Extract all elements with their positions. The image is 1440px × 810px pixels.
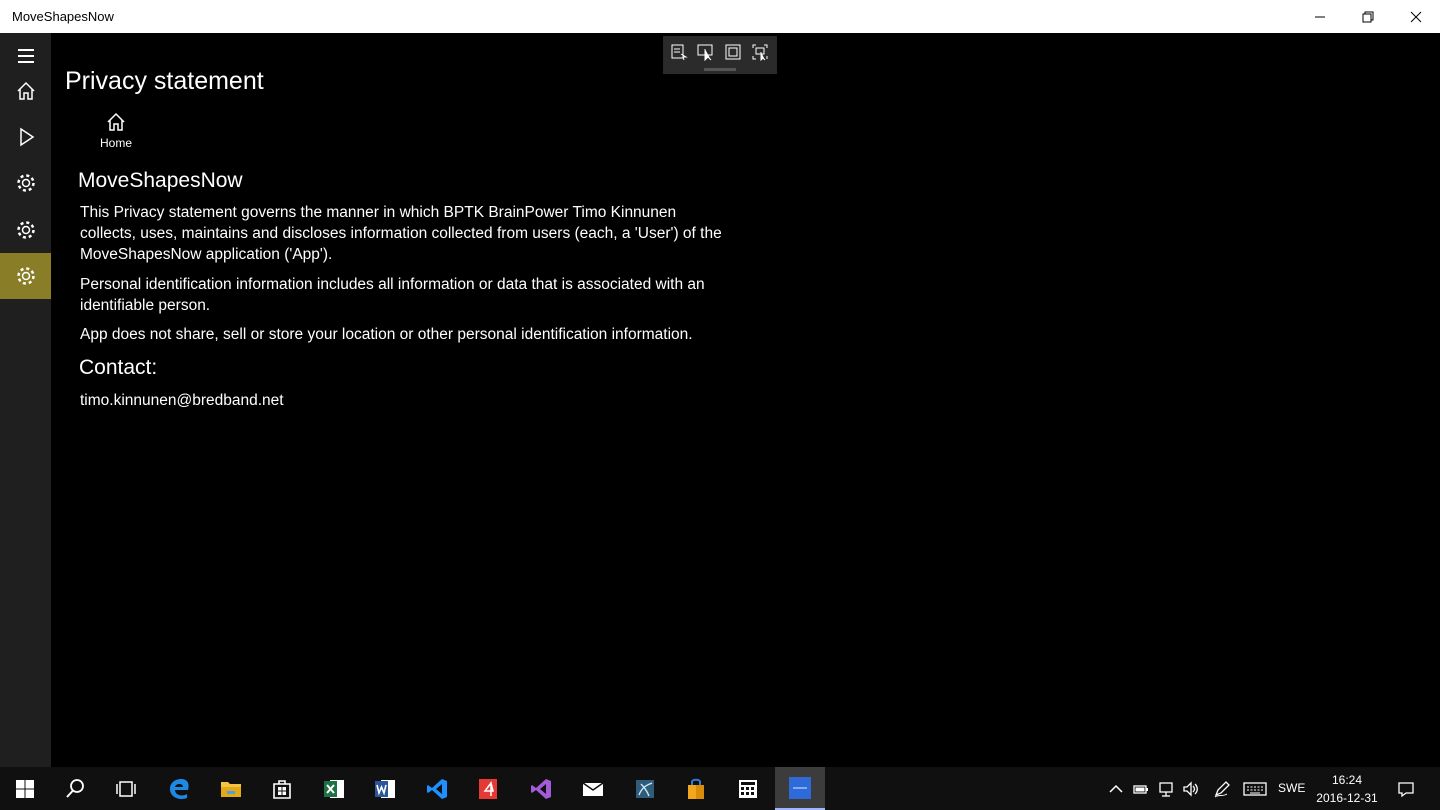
mail-button[interactable] <box>568 767 618 810</box>
battery-button[interactable] <box>1130 767 1152 810</box>
page-title: Privacy statement <box>65 67 264 95</box>
start-button[interactable] <box>0 767 50 810</box>
windows-ink-button[interactable] <box>1210 767 1234 810</box>
task-view-button[interactable] <box>101 767 151 810</box>
contact-email: timo.kinnunen@bredband.net <box>80 392 284 409</box>
nav-settings-button-1[interactable] <box>0 160 51 206</box>
navigation-rail <box>0 33 51 767</box>
toolbar-grip[interactable] <box>704 68 736 71</box>
gear-icon <box>16 267 35 285</box>
play-icon <box>19 127 34 147</box>
gear-icon <box>16 174 35 192</box>
task-view-icon <box>116 780 136 797</box>
window-title: MoveShapesNow <box>12 9 114 24</box>
shopping-app-button[interactable] <box>671 767 721 810</box>
clock[interactable]: 16:24 2016-12-31 <box>1312 771 1382 807</box>
store-button[interactable] <box>257 767 307 810</box>
file-explorer-icon <box>221 781 241 797</box>
content-area: Privacy statement Home MoveShapesNow Thi… <box>51 33 1440 767</box>
shopping-bag-icon <box>688 778 704 799</box>
track-focus-icon <box>752 44 768 61</box>
clock-time: 16:24 <box>1331 773 1363 787</box>
network-button[interactable] <box>1155 767 1177 810</box>
home-button-label: Home <box>99 136 132 150</box>
sql-server-button[interactable] <box>620 767 670 810</box>
word-button[interactable] <box>360 767 410 810</box>
keyboard-icon <box>1243 781 1267 796</box>
sql-server-icon <box>636 779 654 798</box>
edge-icon <box>170 778 189 799</box>
word-icon <box>375 779 395 798</box>
touch-keyboard-button[interactable] <box>1241 767 1269 810</box>
select-element-button[interactable] <box>668 41 690 63</box>
chevron-up-icon <box>1109 784 1123 793</box>
clock-date: 2016-12-31 <box>1316 791 1378 805</box>
taskbar: SWE 16:24 2016-12-31 <box>0 767 1440 810</box>
calculator-button[interactable] <box>723 767 773 810</box>
minimize-button[interactable] <box>1296 0 1344 33</box>
action-center-button[interactable] <box>1392 767 1420 810</box>
hamburger-icon <box>17 49 34 63</box>
excel-icon <box>324 779 344 798</box>
minimize-icon <box>1315 16 1325 17</box>
gear-icon <box>16 221 35 239</box>
nav-home-button[interactable] <box>0 68 51 114</box>
mail-icon <box>582 781 604 796</box>
restore-icon <box>1362 11 1374 22</box>
app-heading: MoveShapesNow <box>78 169 243 192</box>
battery-icon <box>1133 784 1148 794</box>
layout-adorner-icon <box>725 44 741 60</box>
volume-button[interactable] <box>1180 767 1202 810</box>
pointer-select-button[interactable] <box>695 41 717 63</box>
vscode-icon <box>427 778 447 799</box>
store-icon <box>273 779 291 799</box>
edge-button[interactable] <box>155 767 205 810</box>
search-icon <box>66 778 84 798</box>
restore-button[interactable] <box>1344 0 1392 33</box>
debug-toolbar <box>663 36 777 74</box>
home-icon <box>107 112 125 131</box>
nav-settings-button-3[interactable] <box>0 253 51 299</box>
pen-icon <box>1214 780 1230 797</box>
visual-studio-icon <box>531 778 551 799</box>
layout-adorner-button[interactable] <box>722 41 744 63</box>
vscode-button[interactable] <box>412 767 462 810</box>
nav-settings-button-2[interactable] <box>0 207 51 253</box>
home-icon <box>16 81 35 100</box>
input-language-indicator[interactable]: SWE <box>1278 781 1305 795</box>
notifications-icon <box>1398 781 1414 797</box>
moveshapesnow-taskbar-button[interactable] <box>775 767 825 810</box>
privacy-paragraph: This Privacy statement governs the manne… <box>80 204 722 263</box>
search-button[interactable] <box>50 767 100 810</box>
privacy-paragraph: Personal identification information incl… <box>80 276 705 314</box>
calculator-icon <box>739 779 757 798</box>
track-focus-button[interactable] <box>749 41 771 63</box>
moveshapesnow-icon <box>789 776 811 799</box>
pointer-select-icon <box>697 44 713 61</box>
close-button[interactable] <box>1392 0 1440 33</box>
volume-icon <box>1183 780 1198 797</box>
live-tree-icon <box>671 44 688 61</box>
pdf-icon <box>479 778 497 799</box>
nav-play-button[interactable] <box>0 114 51 160</box>
title-bar: MoveShapesNow <box>0 0 1440 33</box>
windows-start-icon <box>16 779 34 798</box>
visual-studio-button[interactable] <box>516 767 566 810</box>
home-button[interactable]: Home <box>95 111 137 150</box>
show-hidden-icons-button[interactable] <box>1106 767 1126 810</box>
network-icon <box>1159 781 1173 797</box>
close-icon <box>1410 11 1422 22</box>
privacy-paragraph: App does not share, sell or store your l… <box>80 326 693 343</box>
pdf-app-button[interactable] <box>463 767 513 810</box>
excel-button[interactable] <box>309 767 359 810</box>
contact-heading: Contact: <box>79 356 158 379</box>
file-explorer-button[interactable] <box>206 767 256 810</box>
